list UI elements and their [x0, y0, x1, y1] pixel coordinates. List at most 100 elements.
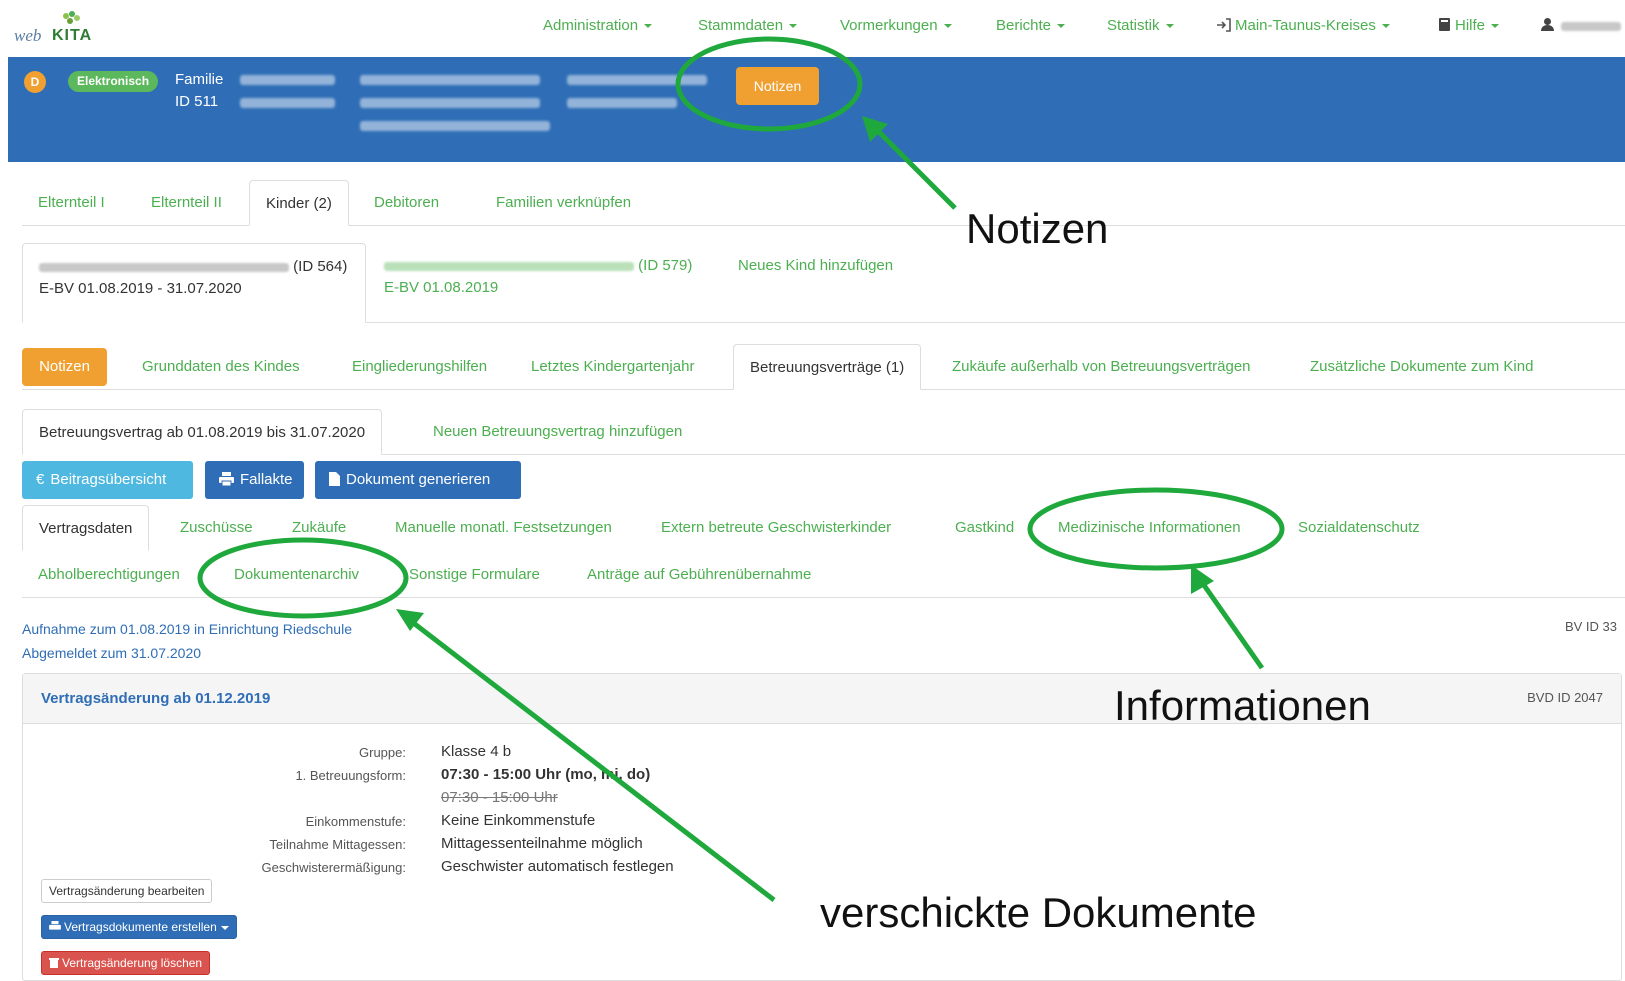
- panel-id: BVD ID 2047: [1527, 690, 1603, 705]
- redacted-text: [240, 75, 335, 85]
- file-icon: [329, 472, 340, 486]
- case-file-button[interactable]: Fallakte: [205, 461, 304, 499]
- family-id: ID 511: [175, 93, 219, 110]
- caret-down-icon: [943, 24, 952, 29]
- field-value-geschwister: Geschwister automatisch festlegen: [441, 858, 674, 875]
- detail-tabs-row-1: Vertragsdaten Zuschüsse Zukäufe Manuelle…: [22, 505, 1625, 551]
- child-tab-1[interactable]: (ID 564) E-BV 01.08.2019 - 31.07.2020: [22, 243, 366, 323]
- edit-change-button[interactable]: Vertragsänderung bearbeiten: [41, 879, 213, 903]
- status-badge-elektronisch: Elektronisch: [68, 71, 159, 92]
- redacted-text: [567, 98, 677, 108]
- child-1-id: (ID 564): [293, 258, 348, 275]
- delete-change-label: Vertragsänderung löschen: [62, 956, 203, 970]
- create-contract-docs-button[interactable]: Vertragsdokumente erstellen: [41, 915, 237, 939]
- admission-info: Aufnahme zum 01.08.2019 in Einrichtung R…: [22, 617, 352, 665]
- fees-overview-button[interactable]: € Beitragsübersicht: [22, 461, 193, 499]
- child-2-contract: E-BV 01.08.2019: [384, 279, 499, 296]
- tab-kinder[interactable]: Kinder (2): [249, 180, 349, 226]
- family-badge-d: D: [24, 71, 46, 93]
- field-value-mittagessen: Mittagessenteilnahme möglich: [441, 835, 643, 852]
- tab-add-contract[interactable]: Neuen Betreuungsvertrag hinzufügen: [417, 409, 698, 455]
- family-label: Familie ID 511: [175, 69, 223, 113]
- tab-vertragsdaten[interactable]: Vertragsdaten: [22, 505, 150, 551]
- child-tab-2[interactable]: (ID 579) E-BV 01.08.2019: [368, 243, 708, 323]
- field-label-einkommenstufe: Einkommenstufe:: [305, 814, 406, 829]
- caret-down-icon: [1381, 24, 1390, 29]
- field-label-geschwister: Geschwisterermäßigung:: [261, 860, 407, 875]
- caret-down-icon: [789, 24, 798, 29]
- nav-administration[interactable]: Administration: [543, 17, 653, 34]
- tab-gastkind[interactable]: Gastkind: [939, 505, 1030, 551]
- nav-hilfe[interactable]: Hilfe: [1438, 17, 1500, 34]
- tab-antraege-gebuehrenuebernahme[interactable]: Anträge auf Gebührenübernahme: [571, 552, 827, 598]
- tab-zuschuesse[interactable]: Zuschüsse: [164, 505, 269, 551]
- tab-elternteil-2[interactable]: Elternteil II: [135, 180, 238, 226]
- caret-down-icon: [644, 24, 653, 29]
- nav-berichte[interactable]: Berichte: [996, 17, 1066, 34]
- nav-user[interactable]: [1540, 17, 1621, 34]
- caret-down-icon: [220, 925, 229, 930]
- tab-zusaetzliche-dokumente[interactable]: Zusätzliche Dokumente zum Kind: [1294, 344, 1549, 390]
- delete-change-button[interactable]: Vertragsänderung löschen: [41, 951, 211, 975]
- print-icon: [219, 472, 234, 486]
- user-name-redacted: [1561, 21, 1621, 31]
- children-tabs: (ID 564) E-BV 01.08.2019 - 31.07.2020 (I…: [22, 243, 1625, 323]
- nav-statistik-label: Statistik: [1107, 17, 1160, 34]
- redacted-text: [360, 98, 540, 108]
- tab-grunddaten[interactable]: Grunddaten des Kindes: [126, 344, 316, 390]
- nav-stammdaten[interactable]: Stammdaten: [698, 17, 798, 34]
- child-1-name-redacted: [39, 262, 289, 272]
- field-value-einkommenstufe: Keine Einkommenstufe: [441, 812, 596, 829]
- tab-medizinische-informationen[interactable]: Medizinische Informationen: [1042, 505, 1257, 551]
- child-2-name-redacted: [384, 261, 634, 271]
- sign-in-icon: [1217, 18, 1231, 32]
- tab-sozialdatenschutz[interactable]: Sozialdatenschutz: [1282, 505, 1436, 551]
- tab-debitoren[interactable]: Debitoren: [358, 180, 455, 226]
- child-tabs: Grunddaten des Kindes Eingliederungshilf…: [22, 344, 1625, 390]
- child-1-contract: E-BV 01.08.2019 - 31.07.2020: [39, 280, 242, 297]
- redacted-text: [567, 75, 707, 85]
- caret-down-icon: [1057, 24, 1066, 29]
- tab-eingliederungshilfen[interactable]: Eingliederungshilfen: [336, 344, 503, 390]
- generate-document-label: Dokument generieren: [346, 471, 491, 488]
- tab-letztes-kindergartenjahr[interactable]: Letztes Kindergartenjahr: [515, 344, 710, 390]
- field-label-betreuungsform: 1. Betreuungsform:: [295, 768, 406, 783]
- annotation-label-informationen: Informationen: [1114, 682, 1371, 729]
- panel-title: Vertragsänderung ab 01.12.2019: [41, 690, 271, 707]
- nav-main-taunus-kreises[interactable]: Main-Taunus-Kreises: [1216, 17, 1390, 34]
- tab-elternteil-1[interactable]: Elternteil I: [22, 180, 121, 226]
- generate-document-button[interactable]: Dokument generieren: [315, 461, 521, 499]
- tab-familien-verknuepfen[interactable]: Familien verknüpfen: [480, 180, 647, 226]
- euro-icon: €: [36, 471, 45, 488]
- add-child-link[interactable]: Neues Kind hinzufügen: [722, 243, 909, 323]
- tab-zukaeufe[interactable]: Zukäufe: [276, 505, 362, 551]
- tab-zukaeufe-ausserhalb[interactable]: Zukäufe außerhalb von Betreuungsverträge…: [936, 344, 1267, 390]
- family-header: D Elektronisch Familie ID 511 Notizen: [8, 57, 1625, 162]
- family-tabs: Elternteil I Elternteil II Kinder (2) De…: [22, 180, 1625, 226]
- nav-berichte-label: Berichte: [996, 17, 1052, 34]
- tab-extern-geschwister[interactable]: Extern betreute Geschwisterkinder: [645, 505, 907, 551]
- book-icon: [1439, 18, 1450, 31]
- tab-abholberechtigungen[interactable]: Abholberechtigungen: [22, 552, 196, 598]
- caret-down-icon: [1491, 24, 1500, 29]
- tab-contract-current[interactable]: Betreuungsvertrag ab 01.08.2019 bis 31.0…: [22, 409, 383, 455]
- field-label-gruppe: Gruppe:: [359, 745, 406, 760]
- annotation-label-dokumente: verschickte Dokumente: [820, 889, 1257, 936]
- tab-sonstige-formulare[interactable]: Sonstige Formulare: [393, 552, 556, 598]
- nav-statistik[interactable]: Statistik: [1107, 17, 1174, 34]
- annotation-label-notizen: Notizen: [966, 205, 1109, 252]
- user-icon: [1541, 18, 1554, 31]
- nav-main-taunus-kreises-label: Main-Taunus-Kreises: [1235, 17, 1376, 34]
- tab-dokumentenarchiv[interactable]: Dokumentenarchiv: [218, 552, 375, 598]
- trash-icon: [49, 958, 59, 968]
- nav-vormerkungen-label: Vormerkungen: [840, 17, 938, 34]
- tab-betreuungsvertraege[interactable]: Betreuungsverträge (1): [733, 344, 922, 390]
- family-notes-button[interactable]: Notizen: [736, 67, 819, 105]
- deregistration-line: Abgemeldet zum 31.07.2020: [22, 645, 202, 661]
- tab-manuelle-festsetzungen[interactable]: Manuelle monatl. Festsetzungen: [379, 505, 628, 551]
- redacted-text: [240, 98, 335, 108]
- nav-vormerkungen[interactable]: Vormerkungen: [840, 17, 952, 34]
- contract-tabs: Betreuungsvertrag ab 01.08.2019 bis 31.0…: [22, 409, 1625, 455]
- child-2-id: (ID 579): [638, 257, 693, 274]
- nav-hilfe-label: Hilfe: [1455, 17, 1486, 34]
